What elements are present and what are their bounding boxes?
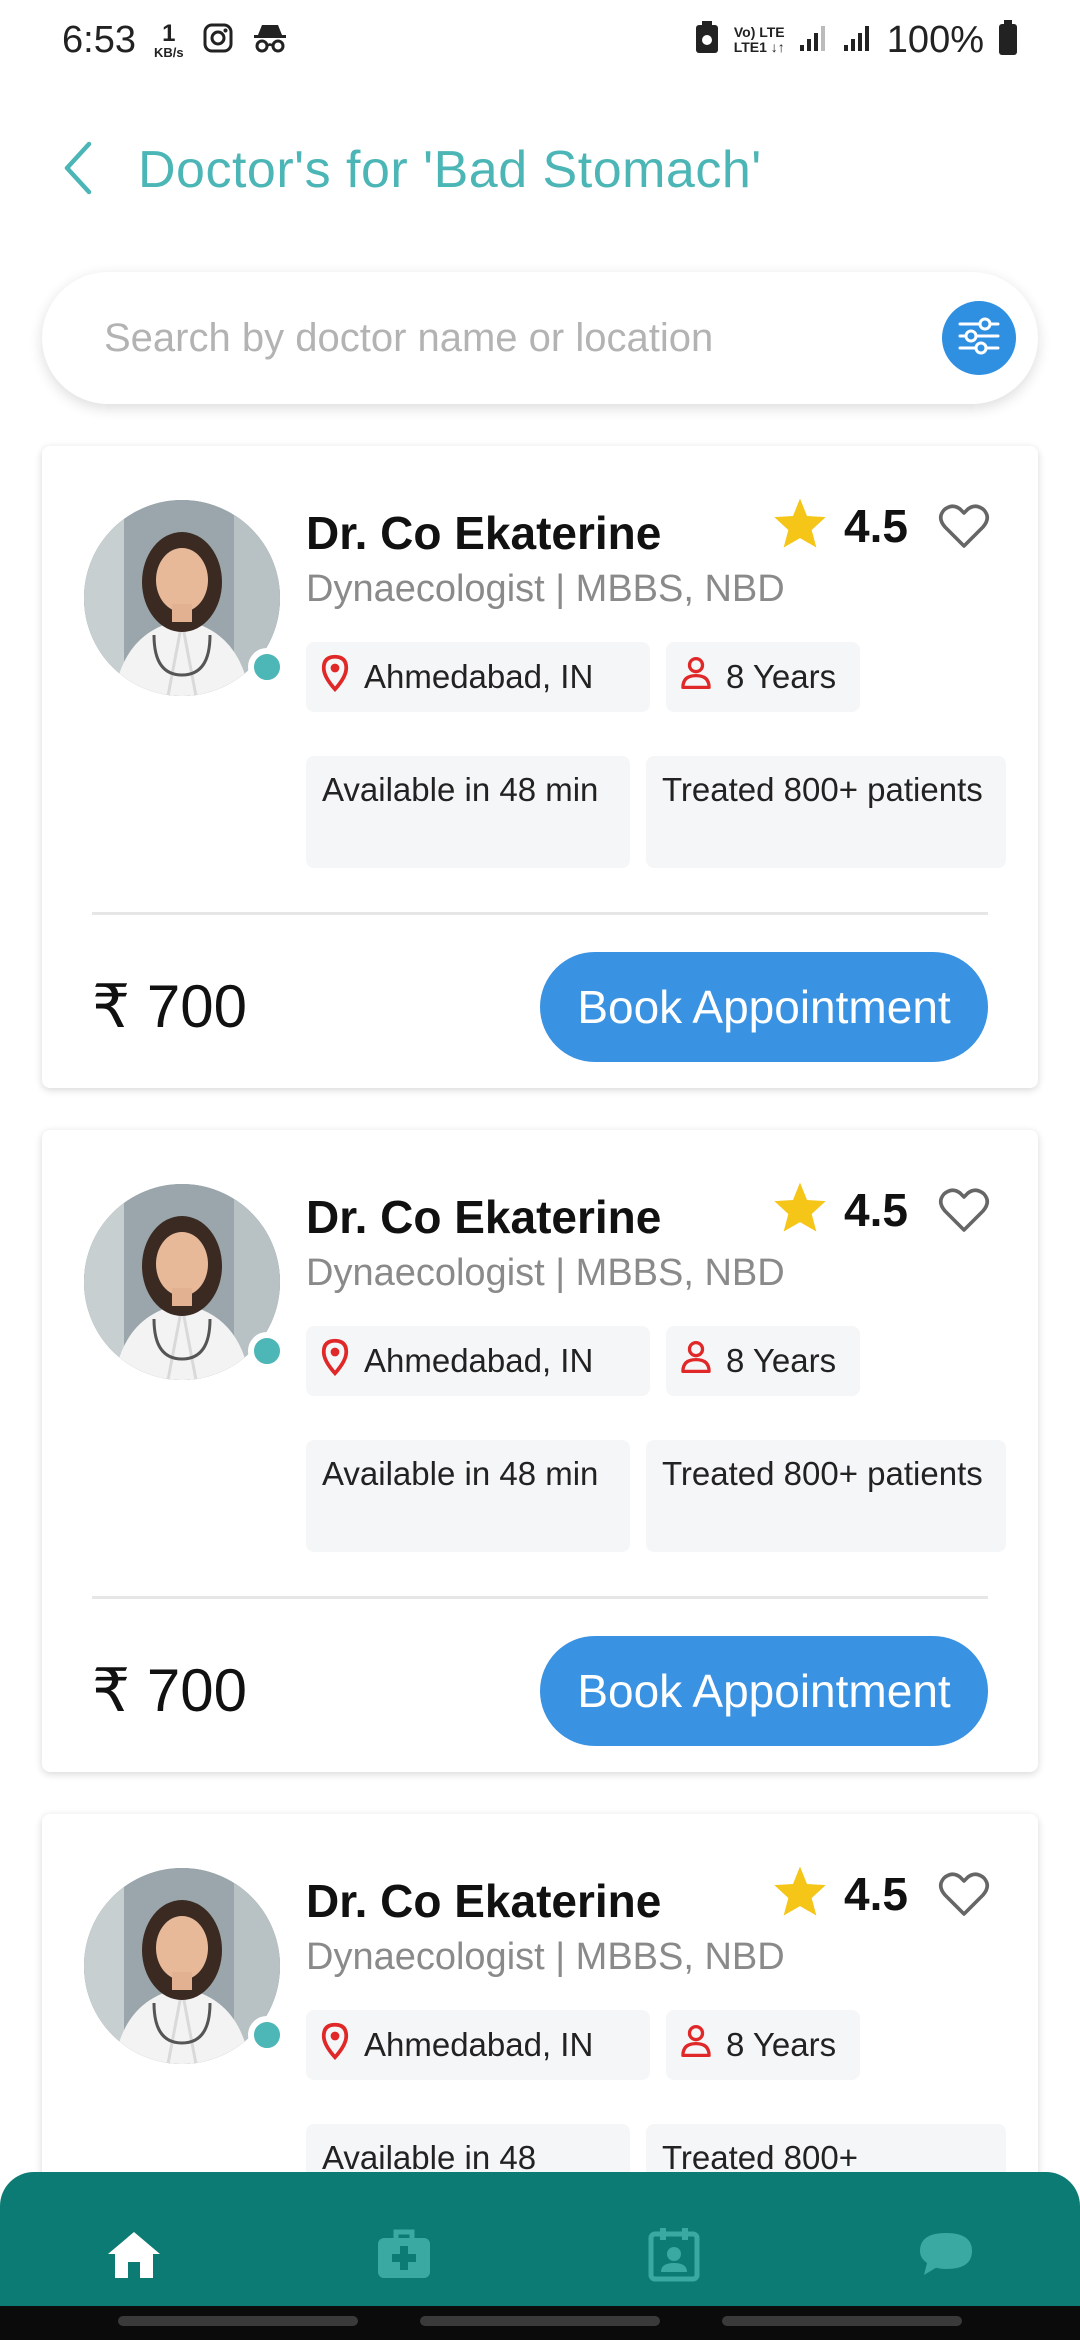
experience-text: 8 Years	[726, 1342, 837, 1379]
nav-services[interactable]	[364, 2216, 444, 2296]
doctor-name[interactable]: Dr. Co Ekaterine	[306, 1874, 661, 1928]
network-type-top: Vo) LTE	[733, 24, 785, 41]
gesture-pill-center	[420, 2316, 660, 2326]
location-chip: Ahmedabad, IN	[306, 2010, 650, 2080]
status-bar: 6:53 1 KB/s Vo) LTE LTE1 ↓↑ 100%	[0, 0, 1080, 80]
online-status-dot	[248, 2016, 286, 2054]
nav-chat[interactable]	[906, 2216, 986, 2296]
treated-box: Treated 800+ patients	[646, 756, 1006, 868]
doctor-specialty: Dynaecologist | MBBS, NBD	[306, 568, 785, 610]
consultation-price: ₹ 700	[92, 973, 247, 1040]
favorite-button[interactable]	[938, 1870, 990, 1923]
doctor-rating: 4.5	[772, 1864, 908, 1923]
doctor-card[interactable]: Dr. Co Ekaterine 4.5 Dynaecologist | MBB…	[42, 446, 1038, 1088]
rating-value: 4.5	[844, 499, 908, 552]
heart-icon	[938, 1188, 990, 1238]
status-right: Vo) LTE LTE1 ↓↑ 100%	[694, 19, 1018, 62]
search-bar	[42, 272, 1038, 404]
doctor-card[interactable]: Dr. Co Ekaterine 4.5 Dynaecologist | MBB…	[42, 1130, 1038, 1772]
avatar-container	[84, 1184, 286, 1380]
signal-icon-2	[843, 23, 873, 58]
card-divider	[92, 1596, 988, 1599]
battery-icon	[998, 19, 1018, 61]
doctor-name[interactable]: Dr. Co Ekaterine	[306, 506, 661, 560]
availability-box: Available in 48 min	[306, 1440, 630, 1552]
card-divider	[92, 912, 988, 915]
search-input[interactable]	[104, 315, 942, 361]
avatar-container	[84, 500, 286, 696]
experience-chip: 8 Years	[666, 642, 860, 712]
location-pin-icon	[320, 2022, 350, 2068]
experience-chip: 8 Years	[666, 1326, 860, 1396]
signal-icon-1	[799, 23, 829, 58]
nav-appointments[interactable]	[634, 2216, 714, 2296]
star-icon	[772, 496, 828, 555]
home-icon	[106, 2228, 162, 2285]
gesture-pill-left	[118, 2316, 358, 2326]
gesture-pill-right	[722, 2316, 962, 2326]
network-speed-unit: KB/s	[153, 44, 184, 60]
chevron-left-icon	[61, 140, 95, 201]
header: Doctor's for 'Bad Stomach'	[0, 120, 1080, 220]
network-type: Vo) LTE LTE1 ↓↑	[734, 25, 785, 54]
location-pin-icon	[320, 1338, 350, 1384]
status-time: 6:53	[62, 18, 136, 61]
sliders-icon	[957, 316, 1001, 361]
battery-percent: 100%	[886, 18, 984, 61]
rating-value: 4.5	[844, 1183, 908, 1236]
consultation-price: ₹ 700	[92, 1657, 247, 1724]
heart-icon	[938, 504, 990, 554]
calendar-profile-icon	[648, 2226, 700, 2287]
network-type-bottom: LTE1 ↓↑	[733, 39, 785, 55]
instagram-icon	[202, 22, 234, 59]
system-gesture-bar	[0, 2306, 1080, 2340]
filter-button[interactable]	[942, 301, 1016, 375]
experience-text: 8 Years	[726, 658, 837, 695]
status-left: 6:53 1 KB/s	[62, 19, 288, 62]
doctor-rating: 4.5	[772, 1180, 908, 1239]
location-text: Ahmedabad, IN	[364, 658, 594, 695]
location-chip: Ahmedabad, IN	[306, 1326, 650, 1396]
back-button[interactable]	[38, 130, 118, 210]
treated-box: Treated 800+ patients	[646, 1440, 1006, 1552]
person-icon	[680, 2024, 712, 2066]
page-title: Doctor's for 'Bad Stomach'	[138, 141, 762, 199]
experience-text: 8 Years	[726, 2026, 837, 2063]
availability-box: Available in 48 min	[306, 756, 630, 868]
medical-kit-icon	[376, 2228, 432, 2285]
location-text: Ahmedabad, IN	[364, 1342, 594, 1379]
experience-chip: 8 Years	[666, 2010, 860, 2080]
doctor-rating: 4.5	[772, 496, 908, 555]
doctor-specialty: Dynaecologist | MBBS, NBD	[306, 1936, 785, 1978]
network-speed: 1 KB/s	[153, 19, 184, 60]
online-status-dot	[248, 1332, 286, 1370]
battery-saver-icon	[694, 20, 720, 60]
heart-icon	[938, 1872, 990, 1922]
incognito-icon	[252, 22, 288, 59]
book-appointment-button[interactable]: Book Appointment	[540, 952, 988, 1062]
person-icon	[680, 1340, 712, 1382]
person-icon	[680, 656, 712, 698]
location-text: Ahmedabad, IN	[364, 2026, 594, 2063]
rating-value: 4.5	[844, 1867, 908, 1920]
location-pin-icon	[320, 654, 350, 700]
nav-home[interactable]	[94, 2216, 174, 2296]
star-icon	[772, 1180, 828, 1239]
favorite-button[interactable]	[938, 1186, 990, 1239]
avatar-container	[84, 1868, 286, 2064]
network-speed-value: 1	[162, 19, 176, 47]
chat-icon	[918, 2229, 974, 2284]
favorite-button[interactable]	[938, 502, 990, 555]
book-appointment-button[interactable]: Book Appointment	[540, 1636, 988, 1746]
online-status-dot	[248, 648, 286, 686]
star-icon	[772, 1864, 828, 1923]
doctor-specialty: Dynaecologist | MBBS, NBD	[306, 1252, 785, 1294]
location-chip: Ahmedabad, IN	[306, 642, 650, 712]
doctor-name[interactable]: Dr. Co Ekaterine	[306, 1190, 661, 1244]
